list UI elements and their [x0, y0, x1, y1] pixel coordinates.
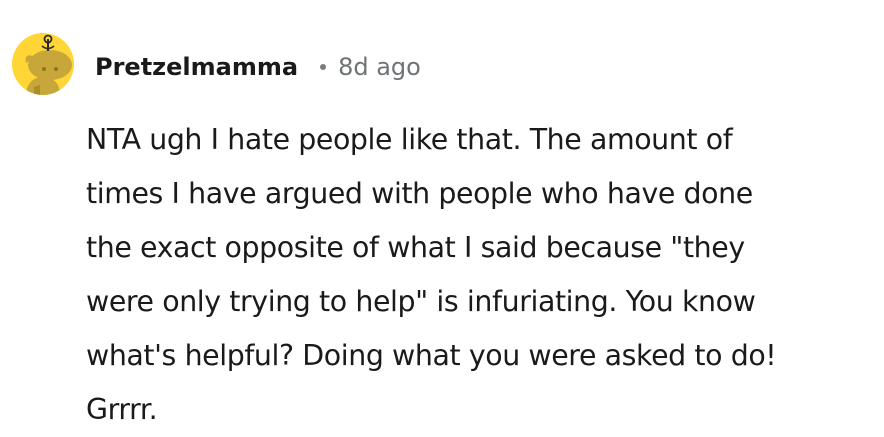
comment-body-line: times I have argued with people who have…: [86, 177, 753, 210]
separator-dot: [320, 64, 327, 70]
comment-header: Pretzelmamma 8d ago: [95, 49, 421, 85]
comment-timestamp[interactable]: 8d ago: [338, 53, 421, 81]
comment-body-line: what's helpful? Doing what you were aske…: [86, 339, 777, 372]
author-username[interactable]: Pretzelmamma: [95, 53, 298, 81]
comment-body-line: Grrrr.: [86, 393, 158, 426]
comment-body-line: the exact opposite of what I said becaus…: [86, 231, 745, 264]
comment-body-line: NTA ugh I hate people like that. The amo…: [86, 123, 733, 156]
comment: Pretzelmamma 8d ago NTA ugh I hate peopl…: [0, 0, 884, 426]
snoo-avatar-icon: [12, 33, 74, 95]
user-avatar[interactable]: [12, 25, 74, 103]
comment-body-line: were only trying to help" is infuriating…: [86, 285, 756, 318]
comment-body: NTA ugh I hate people like that. The amo…: [86, 113, 876, 437]
